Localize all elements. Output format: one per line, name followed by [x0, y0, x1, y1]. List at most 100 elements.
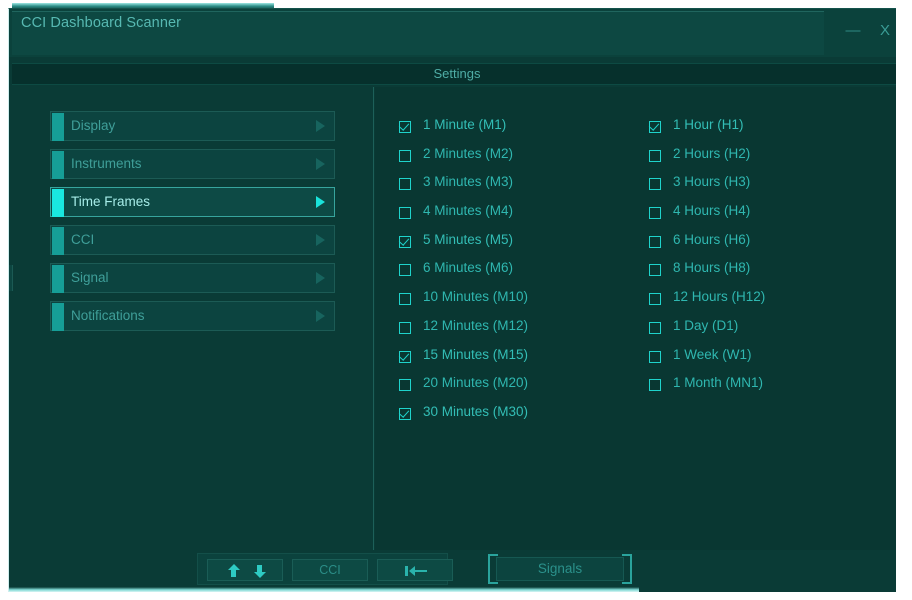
checkbox-unchecked-icon[interactable] [649, 207, 661, 220]
checkbox-checked-icon[interactable] [399, 235, 411, 248]
sidebar-item-time-frames[interactable]: Time Frames [50, 187, 335, 217]
timeframe-checkbox-M5[interactable]: 5 Minutes (M5) [399, 232, 639, 261]
checkbox-unchecked-icon[interactable] [649, 235, 661, 248]
timeframe-label: 3 Hours (H3) [673, 174, 751, 190]
close-icon[interactable]: X [872, 19, 898, 43]
chevron-right-icon [316, 158, 325, 170]
window-body: Display Instruments Time Frames CCI Signal No… [9, 87, 902, 550]
timeframe-label: 2 Hours (H2) [673, 145, 751, 161]
timeframe-label: 5 Minutes (M5) [423, 231, 514, 247]
timeframe-checkbox-H12[interactable]: 12 Hours (H12) [649, 289, 889, 318]
collapse-icon-tail [415, 569, 427, 573]
checkbox-unchecked-icon[interactable] [649, 178, 661, 191]
checkbox-unchecked-icon[interactable] [649, 293, 661, 306]
checkbox-checked-icon[interactable] [399, 121, 411, 133]
checkbox-unchecked-icon[interactable] [649, 350, 661, 363]
checkbox-checked-icon[interactable] [649, 121, 661, 133]
sidebar-item-label: Signal [71, 270, 109, 285]
window-title: CCI Dashboard Scanner [21, 15, 182, 31]
window-controls: — X [828, 19, 900, 45]
timeframe-checkbox-H1[interactable]: 1 Hour (H1) [649, 117, 889, 146]
timeframe-label: 6 Minutes (M6) [423, 260, 514, 276]
checkbox-unchecked-icon[interactable] [399, 293, 411, 306]
cci-button-label: CCI [319, 563, 341, 577]
checkbox-unchecked-icon[interactable] [399, 178, 411, 191]
timeframe-checkbox-M1[interactable]: 1 Minute (M1) [399, 117, 639, 146]
timeframe-checkbox-M20[interactable]: 20 Minutes (M20) [399, 375, 639, 404]
checkbox-unchecked-icon[interactable] [399, 379, 411, 392]
window-bottom-edge [639, 587, 904, 592]
cci-button[interactable]: CCI [292, 559, 368, 581]
page-title: Settings [433, 66, 481, 81]
timeframe-checkbox-H4[interactable]: 4 Hours (H4) [649, 203, 889, 232]
sidebar-menu: Display Instruments Time Frames CCI Signal No… [50, 111, 335, 339]
sidebar-item-signal[interactable]: Signal [50, 263, 335, 293]
timeframe-label: 1 Day (D1) [673, 317, 739, 333]
timeframe-checkbox-M10[interactable]: 10 Minutes (M10) [399, 289, 639, 318]
timeframe-checkbox-M30[interactable]: 30 Minutes (M30) [399, 404, 639, 433]
sidebar-resize-handle[interactable] [9, 265, 13, 291]
checkbox-unchecked-icon[interactable] [649, 379, 661, 392]
sidebar-item-accent-bar [52, 265, 64, 293]
timeframe-label: 12 Minutes (M12) [423, 317, 529, 333]
chevron-right-icon [316, 272, 325, 284]
checkbox-checked-icon[interactable] [399, 407, 411, 420]
timeframe-checkbox-H8[interactable]: 8 Hours (H8) [649, 260, 889, 289]
timeframe-checkbox-H3[interactable]: 3 Hours (H3) [649, 174, 889, 203]
bottom-toolbar: CCI Signals [12, 550, 902, 592]
chevron-right-icon [316, 120, 325, 132]
timeframe-checkbox-H6[interactable]: 6 Hours (H6) [649, 232, 889, 261]
chevron-right-icon [316, 234, 325, 246]
collapse-icon-bar [405, 566, 408, 576]
signals-button-wrap: Signals [488, 554, 632, 584]
timeframe-label: 1 Week (W1) [673, 346, 752, 362]
settings-sidebar: Display Instruments Time Frames CCI Signal No… [9, 87, 374, 550]
checkbox-unchecked-icon[interactable] [399, 321, 411, 334]
sidebar-item-label: Display [71, 118, 116, 133]
sidebar-item-cci[interactable]: CCI [50, 225, 335, 255]
timeframe-checkbox-M15[interactable]: 15 Minutes (M15) [399, 347, 639, 376]
timeframe-label: 4 Minutes (M4) [423, 203, 514, 219]
arrow-down-icon [253, 564, 267, 578]
checkbox-unchecked-icon[interactable] [649, 321, 661, 334]
sidebar-item-accent-bar [52, 227, 64, 255]
timeframe-checkbox-H2[interactable]: 2 Hours (H2) [649, 146, 889, 175]
sidebar-item-label: Instruments [71, 156, 142, 171]
timeframe-checkbox-M2[interactable]: 2 Minutes (M2) [399, 146, 639, 175]
sidebar-item-notifications[interactable]: Notifications [50, 301, 335, 331]
timeframes-panel: 1 Minute (M1) 2 Minutes (M2) 3 Minutes (M3… [375, 87, 902, 550]
signals-button[interactable]: Signals [496, 557, 624, 581]
chevron-right-icon [316, 196, 325, 208]
window-titlebar[interactable]: CCI Dashboard Scanner — X [9, 9, 904, 57]
signals-button-label: Signals [537, 561, 583, 576]
timeframe-checkbox-M3[interactable]: 3 Minutes (M3) [399, 174, 639, 203]
checkbox-unchecked-icon[interactable] [649, 149, 661, 162]
timeframe-checkbox-M4[interactable]: 4 Minutes (M4) [399, 203, 639, 232]
timeframe-checkbox-MN1[interactable]: 1 Month (MN1) [649, 375, 889, 404]
timeframe-checkbox-M6[interactable]: 6 Minutes (M6) [399, 260, 639, 289]
timeframe-checkbox-M12[interactable]: 12 Minutes (M12) [399, 318, 639, 347]
sidebar-item-display[interactable]: Display [50, 111, 335, 141]
checkbox-unchecked-icon[interactable] [649, 264, 661, 277]
collapse-panel-button[interactable] [377, 559, 453, 581]
collapse-left-icon [405, 566, 427, 576]
minimize-icon[interactable]: — [840, 19, 866, 43]
settings-header-bar: Settings [12, 63, 902, 85]
timeframe-label: 15 Minutes (M15) [423, 346, 529, 362]
chevron-right-icon [316, 310, 325, 322]
checkbox-unchecked-icon[interactable] [399, 149, 411, 162]
checkbox-checked-icon[interactable] [399, 350, 411, 363]
checkbox-unchecked-icon[interactable] [399, 207, 411, 220]
sort-direction-button[interactable] [207, 559, 283, 581]
timeframe-label: 20 Minutes (M20) [423, 375, 529, 391]
timeframe-label: 4 Hours (H4) [673, 203, 751, 219]
timeframe-checkbox-D1[interactable]: 1 Day (D1) [649, 318, 889, 347]
sidebar-item-accent-bar [52, 189, 64, 217]
timeframe-column-hours: 1 Hour (H1) 2 Hours (H2) 3 Hours (H3) 4 Hou… [649, 117, 889, 404]
desktop-right-margin [896, 8, 904, 592]
app-root: CCI Dashboard Scanner — X Settings Displ… [0, 0, 912, 600]
checkbox-unchecked-icon[interactable] [399, 264, 411, 277]
sidebar-item-instruments[interactable]: Instruments [50, 149, 335, 179]
sidebar-item-label: CCI [71, 232, 95, 247]
timeframe-checkbox-W1[interactable]: 1 Week (W1) [649, 347, 889, 376]
